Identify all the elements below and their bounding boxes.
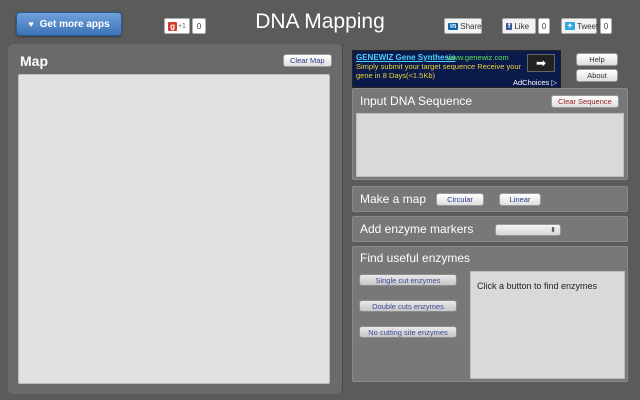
facebook-like-label: Like (514, 21, 530, 31)
page-title: DNA Mapping (255, 10, 385, 33)
double-cut-enzymes-button[interactable]: Double cuts enzymes (359, 300, 457, 312)
make-map-title: Make a map (360, 192, 427, 206)
find-enzymes-title: Find useful enzymes (360, 251, 471, 265)
input-sequence-title: Input DNA Sequence (360, 94, 473, 108)
ad-text: Simply submit your target sequence Recei… (356, 62, 522, 80)
linkedin-icon: in (448, 22, 459, 30)
twitter-bird-icon: ✦ (565, 22, 575, 30)
get-more-apps-button[interactable]: ♥ Get more apps (16, 12, 122, 36)
help-button[interactable]: Help (576, 53, 618, 66)
map-panel: Map Clear Map (8, 44, 342, 394)
tweet-label: Tweet (576, 21, 599, 31)
linear-map-button[interactable]: Linear (499, 193, 541, 206)
select-arrows-icon: ⬍ (550, 227, 556, 234)
map-canvas[interactable] (18, 74, 330, 384)
advertisement-banner[interactable]: GENEWIZ Gene Synthesis www.genewiz.com S… (352, 50, 561, 88)
enzyme-marker-select[interactable]: ⬍ (495, 224, 561, 236)
enzyme-markers-section: Add enzyme markers ⬍ (352, 216, 628, 242)
google-plus-icon: g (168, 21, 177, 31)
facebook-like-count: 0 (538, 18, 550, 34)
controls-panel: GENEWIZ Gene Synthesis www.genewiz.com S… (344, 44, 634, 394)
linkedin-share-button[interactable]: in Share (444, 18, 482, 34)
ad-arrow-icon[interactable]: ➡ (527, 54, 555, 72)
google-plus-one-button[interactable]: g +1 (164, 18, 190, 34)
facebook-like-button[interactable]: f Like (502, 18, 536, 34)
enzyme-results-text: Click a button to find enzymes (477, 281, 598, 291)
clear-map-button[interactable]: Clear Map (283, 54, 332, 67)
get-more-apps-label: Get more apps (39, 18, 110, 30)
top-bar: ♥ Get more apps g +1 0 DNA Mapping in Sh… (0, 0, 640, 46)
ad-url[interactable]: www.genewiz.com (447, 53, 509, 62)
find-enzymes-section: Find useful enzymes Single cut enzymes D… (352, 246, 628, 382)
circular-map-button[interactable]: Circular (436, 193, 484, 206)
about-button[interactable]: About (576, 69, 618, 82)
linkedin-share-label: Share (460, 21, 482, 31)
single-cut-enzymes-button[interactable]: Single cut enzymes (359, 274, 457, 286)
enzyme-results-box: Click a button to find enzymes (470, 271, 625, 379)
ad-choices-link[interactable]: AdChoices ▷ (513, 78, 557, 87)
tweet-button[interactable]: ✦ Tweet (561, 18, 599, 34)
panel-divider (342, 44, 343, 394)
heart-icon: ♥ (28, 19, 34, 29)
ad-title[interactable]: GENEWIZ Gene Synthesis (356, 53, 456, 62)
no-cutting-site-enzymes-button[interactable]: No cutting site enzymes (359, 326, 457, 338)
make-map-section: Make a map Circular Linear (352, 186, 628, 212)
facebook-icon: f (506, 22, 513, 30)
input-sequence-section: Input DNA Sequence Clear Sequence (352, 88, 628, 180)
google-plus-count: 0 (192, 18, 206, 34)
map-title: Map (20, 53, 48, 69)
google-plus-label: +1 (177, 22, 186, 30)
enzyme-markers-title: Add enzyme markers (360, 222, 474, 236)
tweet-count: 0 (600, 18, 612, 34)
dna-sequence-input[interactable] (356, 113, 624, 177)
clear-sequence-button[interactable]: Clear Sequence (551, 95, 619, 108)
